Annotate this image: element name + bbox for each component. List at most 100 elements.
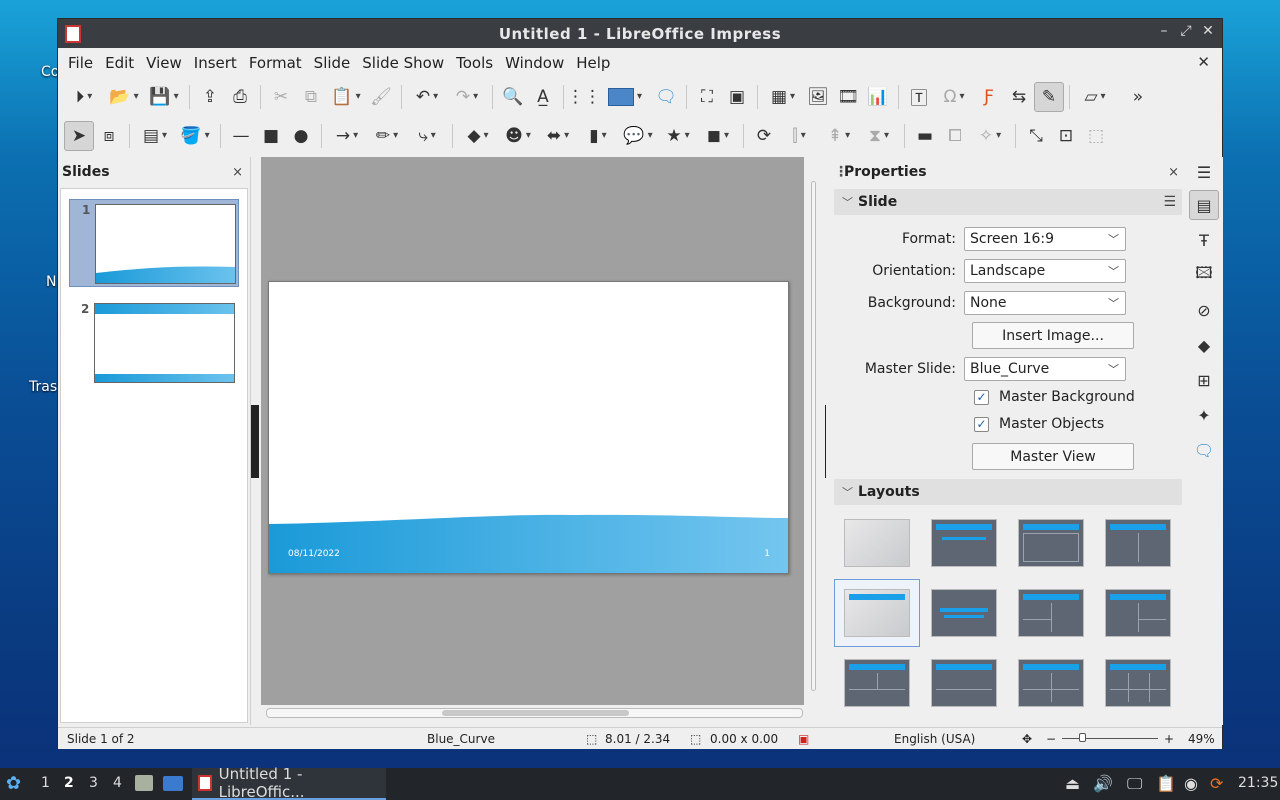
- slide-section-header[interactable]: ﹀ Slide ☰: [834, 189, 1182, 215]
- display-icon[interactable]: 🖵: [1127, 774, 1142, 794]
- master-objects-checkbox[interactable]: ✓ Master Objects: [974, 416, 1104, 432]
- slide-thumbnail-2[interactable]: 2: [69, 299, 239, 387]
- zoom-slider[interactable]: [1062, 738, 1158, 739]
- shadow-icon[interactable]: ▬: [910, 121, 940, 151]
- desktop-icon-label[interactable]: Tras: [29, 379, 57, 395]
- toggle-3d-icon[interactable]: ⬚: [1081, 121, 1111, 151]
- close-properties-icon[interactable]: ×: [1168, 165, 1179, 180]
- transitions-icon[interactable]: ⇆: [1004, 82, 1034, 112]
- curve-tool-icon[interactable]: ✏: [367, 121, 407, 151]
- taskbar-impress-task[interactable]: Untitled 1 - LibreOffic...: [192, 765, 386, 800]
- clipboard-icon[interactable]: 📋: [1156, 774, 1176, 793]
- display-views-icon[interactable]: [599, 82, 651, 112]
- workspace-3[interactable]: 3: [89, 775, 98, 791]
- insert-textbox-icon[interactable]: 🅃: [904, 82, 934, 112]
- insert-image-button[interactable]: Insert Image...: [972, 322, 1134, 349]
- stars-icon[interactable]: ★: [658, 121, 698, 151]
- master-view-button[interactable]: Master View: [972, 443, 1134, 470]
- zoom-in-button[interactable]: +: [1164, 732, 1174, 746]
- save-icon[interactable]: 💾: [144, 82, 184, 112]
- layout-blank[interactable]: [834, 509, 920, 577]
- export-pdf-icon[interactable]: ⇪: [195, 82, 225, 112]
- orientation-select[interactable]: Landscape ﹀: [964, 259, 1126, 283]
- line-tool-icon[interactable]: —: [226, 121, 256, 151]
- close-document-icon[interactable]: ✕: [1197, 53, 1210, 71]
- insert-media-icon[interactable]: 🎞: [833, 82, 863, 112]
- arrange-icon[interactable]: ⇞: [819, 121, 859, 151]
- insert-chart-icon[interactable]: 📊: [863, 82, 893, 112]
- vertical-scrollbar[interactable]: [808, 159, 818, 704]
- shapes-tab-icon[interactable]: ◆: [1189, 330, 1219, 360]
- document-modified-icon[interactable]: ▣: [798, 732, 809, 746]
- symbol-shapes-icon[interactable]: ☻: [498, 121, 538, 151]
- fill-color-icon[interactable]: 🪣: [175, 121, 215, 151]
- fontwork-icon[interactable]: Ƒ: [974, 82, 1004, 112]
- glue-points-icon[interactable]: ⊡: [1051, 121, 1081, 151]
- layout-title-only-selected[interactable]: [834, 579, 920, 647]
- menu-tools[interactable]: Tools: [456, 54, 503, 72]
- layout-title-content[interactable]: [1008, 509, 1094, 577]
- cut-icon[interactable]: ✂: [266, 82, 296, 112]
- draw-function-icon[interactable]: ✎: [1034, 81, 1064, 112]
- zoom-slider-handle[interactable]: [1079, 733, 1086, 742]
- toggle-extrusion-icon[interactable]: ⤡: [1021, 121, 1051, 151]
- callouts-icon[interactable]: 💬: [618, 121, 658, 151]
- workspace-2[interactable]: 2: [64, 775, 74, 791]
- rectangle-tool-icon[interactable]: ■: [256, 121, 286, 151]
- sidebar-menu-icon[interactable]: ☰: [1189, 157, 1219, 187]
- animation-tab-icon[interactable]: ✦: [1189, 400, 1219, 430]
- master-slides-tab-icon[interactable]: 🗨: [1189, 435, 1219, 465]
- paste-icon[interactable]: 📋: [326, 82, 366, 112]
- menu-file[interactable]: File: [68, 54, 103, 72]
- drag-handle-icon[interactable]: ⋮: [834, 164, 848, 180]
- workspace-4[interactable]: 4: [113, 775, 122, 791]
- layouts-section-header[interactable]: ﹀ Layouts: [834, 479, 1182, 505]
- rotate-icon[interactable]: ⟳: [749, 121, 779, 151]
- start-slideshow-icon[interactable]: ⛶: [692, 82, 722, 112]
- comment-icon[interactable]: 🗨: [651, 82, 681, 112]
- toolbar-overflow-icon[interactable]: »: [1123, 82, 1153, 112]
- master-slide-select[interactable]: Blue_Curve ﹀: [964, 357, 1126, 381]
- layout-title-content-2content[interactable]: [1095, 579, 1181, 647]
- layout-title-content-over-content[interactable]: [921, 649, 1007, 717]
- zoom-pan-icon[interactable]: ⧈: [94, 121, 124, 151]
- undo-icon[interactable]: ↶: [407, 82, 447, 112]
- insert-table-icon[interactable]: ▦: [763, 82, 803, 112]
- properties-tab-icon[interactable]: ▤: [1189, 190, 1219, 220]
- format-select[interactable]: Screen 16:9 ﹀: [964, 227, 1126, 251]
- close-slides-pane-icon[interactable]: ×: [232, 165, 243, 180]
- select-pointer-icon[interactable]: ➤: [64, 120, 94, 151]
- find-replace-icon[interactable]: 🔍: [498, 82, 528, 112]
- menu-insert[interactable]: Insert: [194, 54, 247, 72]
- connector-tool-icon[interactable]: ⤷: [407, 121, 447, 151]
- flowchart-icon[interactable]: ▮: [578, 121, 618, 151]
- grid-icon[interactable]: ⋮⋮: [567, 82, 601, 112]
- ellipse-tool-icon[interactable]: ●: [286, 121, 316, 151]
- basic-shapes-icon[interactable]: ◆: [458, 121, 498, 151]
- current-slide[interactable]: 08/11/2022 1: [268, 281, 789, 574]
- clock[interactable]: 21:35: [1238, 775, 1278, 791]
- minimize-button[interactable]: –: [1158, 23, 1170, 39]
- slide-transition-tab-icon[interactable]: ⊞: [1189, 365, 1219, 395]
- start-from-first-icon[interactable]: ⏵: [64, 82, 104, 112]
- layout-title-2content-over-content[interactable]: [834, 649, 920, 717]
- maximize-button[interactable]: ⤢: [1180, 23, 1192, 39]
- filter-icon[interactable]: ✧: [970, 121, 1010, 151]
- language-status[interactable]: English (USA): [894, 732, 975, 746]
- horizontal-scrollbar[interactable]: [266, 708, 803, 718]
- spelling-icon[interactable]: A̲: [528, 82, 558, 112]
- close-window-button[interactable]: ✕: [1202, 23, 1214, 39]
- section-menu-icon[interactable]: ☰: [1163, 194, 1176, 210]
- menu-view[interactable]: View: [146, 54, 192, 72]
- title-bar[interactable]: Untitled 1 - LibreOffice Impress – ⤢ ✕: [58, 19, 1222, 48]
- app-menu-icon[interactable]: ✿: [6, 773, 21, 794]
- master-background-checkbox[interactable]: ✓ Master Background: [974, 389, 1135, 405]
- layout-title-6content[interactable]: [1095, 649, 1181, 717]
- zoom-out-button[interactable]: −: [1046, 732, 1056, 746]
- menu-slide[interactable]: Slide: [314, 54, 361, 72]
- network-icon[interactable]: ◉: [1184, 774, 1198, 793]
- insert-image-icon[interactable]: 🖼: [803, 82, 833, 112]
- update-notifier-icon[interactable]: ⟳: [1210, 774, 1223, 793]
- crop-icon[interactable]: ⧠: [940, 121, 970, 151]
- copy-icon[interactable]: ⧉: [296, 82, 326, 112]
